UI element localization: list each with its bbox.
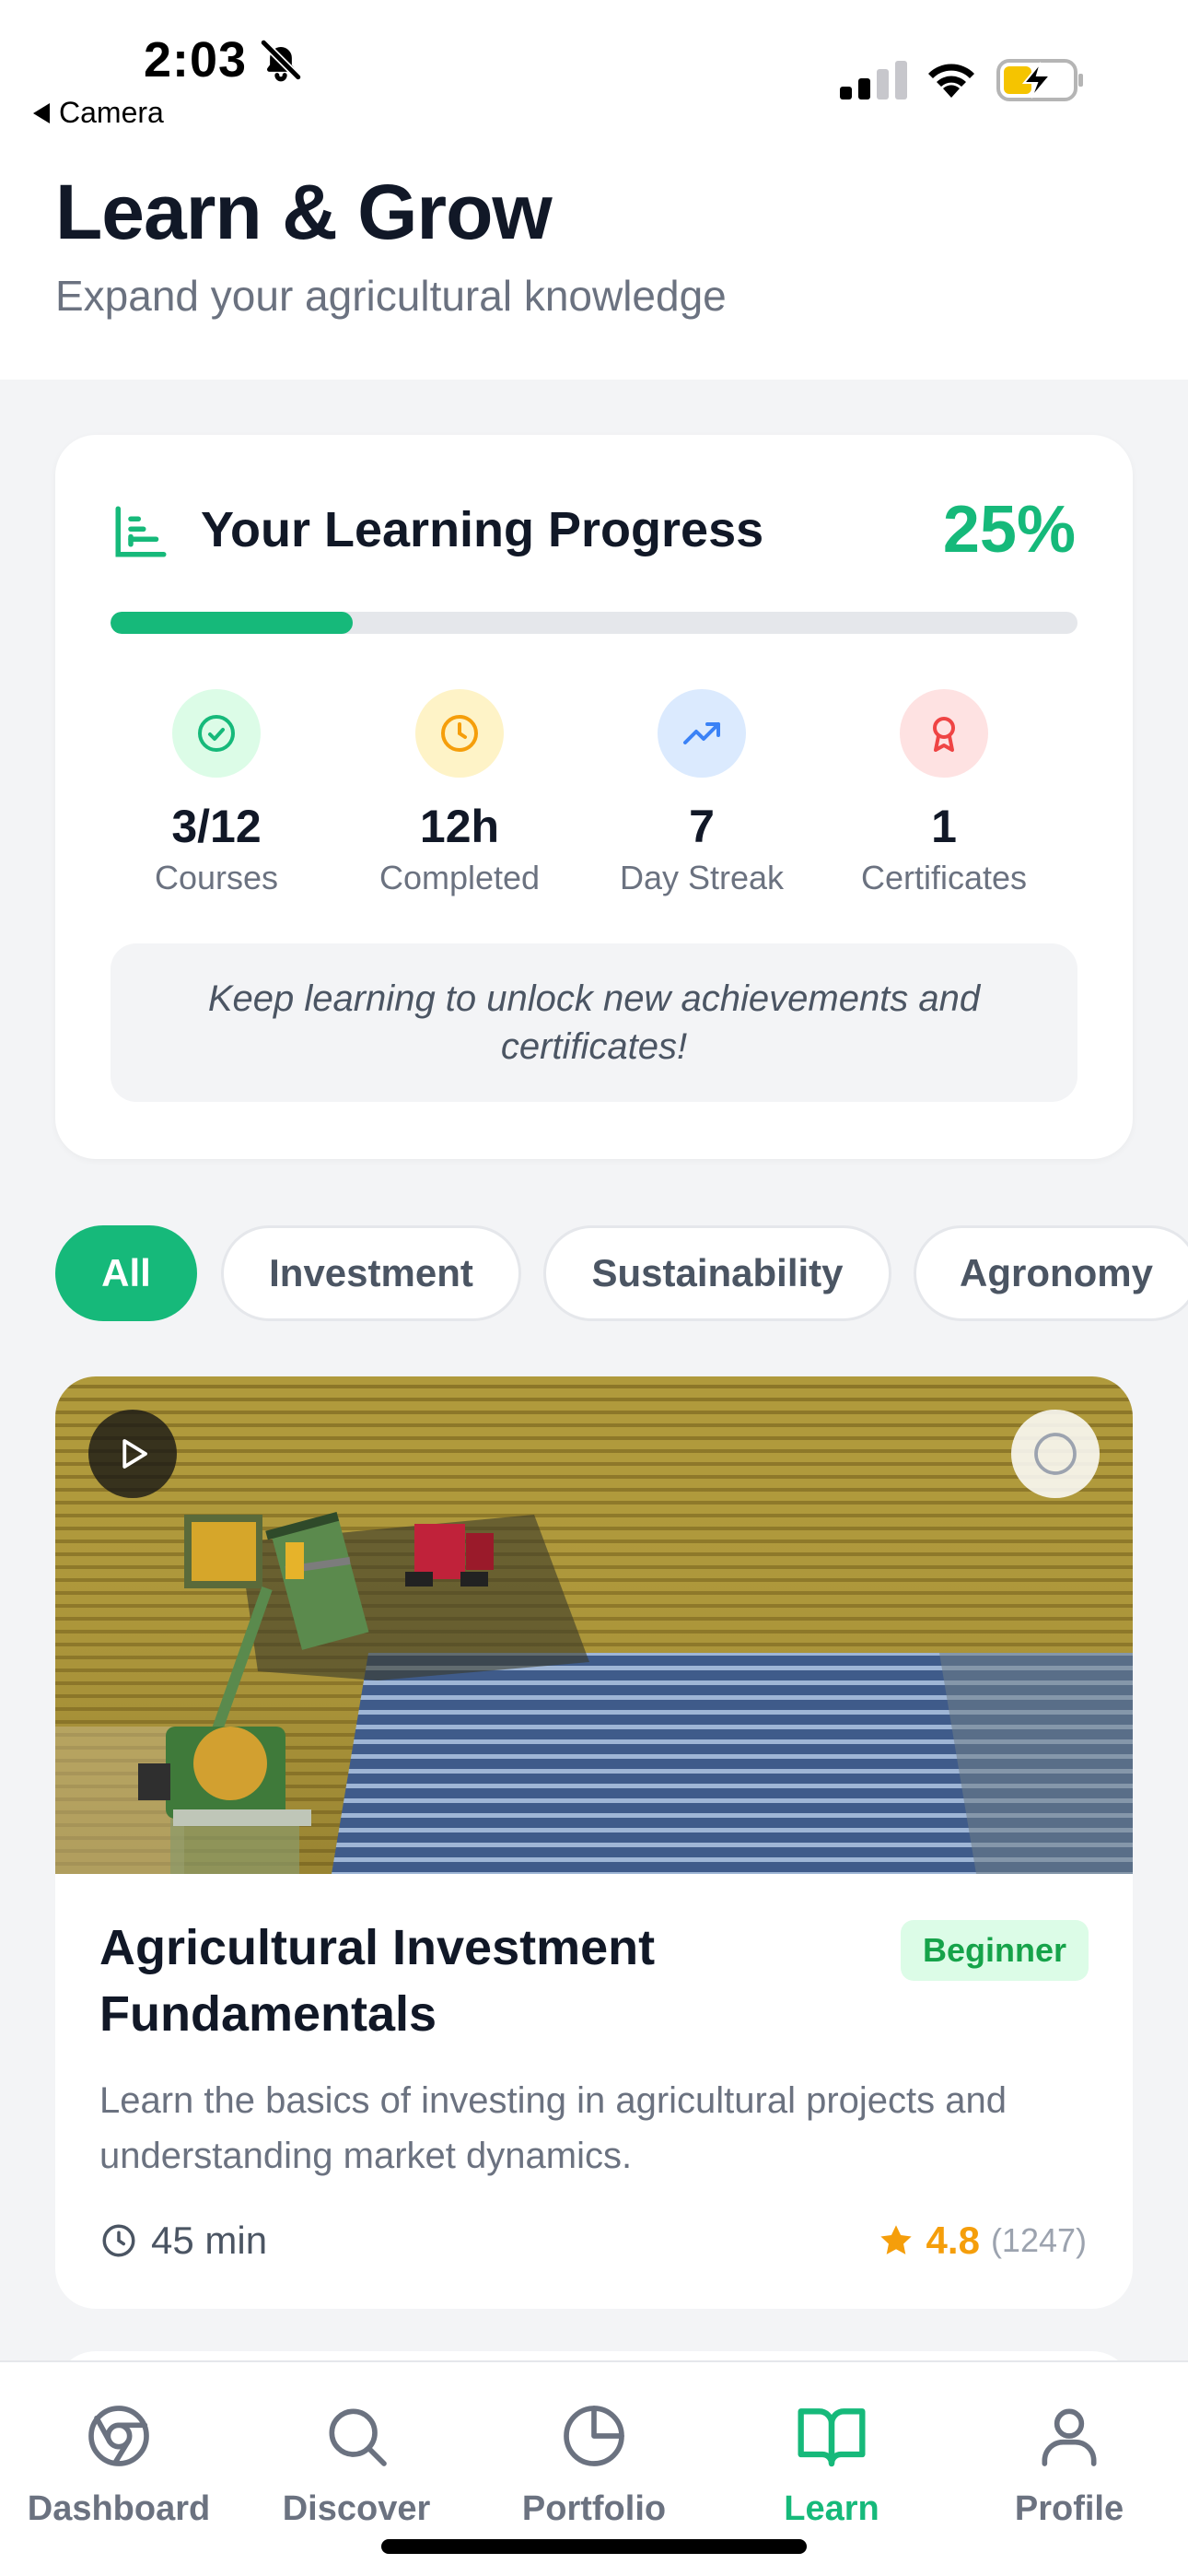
tab-label: Profile <box>1014 2489 1124 2528</box>
pie-chart-icon <box>564 2406 624 2466</box>
stat-value: 3/12 <box>171 801 262 852</box>
play-button[interactable] <box>88 1410 177 1498</box>
stat-day-streak: 7 Day Streak <box>582 689 821 897</box>
rating-count: (1247) <box>990 2221 1087 2259</box>
user-icon <box>1042 2408 1097 2466</box>
course-image <box>55 1376 1133 1874</box>
search-icon <box>329 2408 387 2466</box>
chrome-icon <box>88 2406 149 2466</box>
tab-dashboard[interactable]: Dashboard <box>0 2399 238 2529</box>
progress-bar <box>111 612 1077 634</box>
stat-label: Certificates <box>860 859 1028 896</box>
home-indicator[interactable] <box>381 2539 807 2554</box>
filter-chip-investment[interactable]: Investment <box>221 1225 521 1321</box>
filter-chip-sustainability[interactable]: Sustainability <box>543 1225 891 1321</box>
battery-charging-icon <box>996 59 1083 101</box>
filter-chip-agronomy[interactable]: Agronomy <box>914 1225 1188 1321</box>
wifi-icon <box>928 64 974 98</box>
tab-label: Dashboard <box>27 2489 211 2528</box>
page-subtitle: Expand your agricultural knowledge <box>55 272 727 320</box>
clock-icon <box>102 2224 135 2257</box>
rating-score: 4.8 <box>926 2219 980 2262</box>
progress-bar-fill <box>111 612 353 634</box>
stat-icon-bg <box>900 689 988 778</box>
category-filter-bar: All Investment Sustainability Agronomy <box>55 1225 1188 1321</box>
learning-progress-card: Your Learning Progress 25% 3/12 Courses … <box>55 435 1133 1159</box>
course-level-badge: Beginner <box>900 1920 1089 1981</box>
tab-learn[interactable]: Learn <box>713 2399 950 2529</box>
stat-label: Day Streak <box>619 859 785 896</box>
stat-icon-bg <box>172 689 261 778</box>
play-icon <box>122 1439 147 1469</box>
tab-label: Portfolio <box>521 2489 667 2528</box>
back-to-app-link[interactable]: Camera <box>33 96 164 130</box>
progress-stats: 3/12 Courses 12h Completed 7 Day Streak <box>55 689 1133 910</box>
progress-percentage: 25% <box>942 493 1076 567</box>
empty-circle-icon <box>1034 1433 1077 1475</box>
status-time: 2:03 <box>144 32 248 88</box>
cellular-signal-icon <box>840 61 907 100</box>
stat-value: 7 <box>689 801 715 852</box>
course-description: Learn the basics of investing in agricul… <box>99 2080 1007 2176</box>
mark-complete-button[interactable] <box>1011 1410 1100 1498</box>
filter-chip-all[interactable]: All <box>55 1225 197 1321</box>
check-circle-icon <box>198 715 235 752</box>
tab-discover[interactable]: Discover <box>238 2399 475 2529</box>
bell-off-icon <box>260 39 302 82</box>
duration-label: 45 min <box>151 2219 268 2262</box>
course-card[interactable]: Agricultural Investment Fundamentals Beg… <box>55 1376 1133 2309</box>
course-duration: 45 min <box>99 2217 267 2265</box>
page-title: Learn & Grow <box>55 169 553 255</box>
course-rating: 4.8 (1247) <box>877 2217 1087 2265</box>
stat-value: 1 <box>931 801 957 852</box>
trending-up-icon <box>683 722 720 744</box>
stat-certificates: 1 Certificates <box>824 689 1064 897</box>
tab-profile[interactable]: Profile <box>950 2399 1188 2529</box>
tab-label: Discover <box>282 2489 431 2528</box>
stat-icon-bg <box>415 689 504 778</box>
stat-completed: 12h Completed <box>340 689 579 897</box>
course-title: Agricultural Investment Fundamentals <box>99 1920 656 2042</box>
header-area: 2:03 Camera Learn & Grow Expand your agr… <box>0 0 1188 380</box>
progress-card-title: Your Learning Progress <box>201 502 764 557</box>
tab-portfolio[interactable]: Portfolio <box>475 2399 713 2529</box>
back-app-label: Camera <box>59 96 164 129</box>
book-open-icon <box>798 2408 866 2467</box>
back-arrow-icon <box>33 102 50 123</box>
motivation-tip: Keep learning to unlock new achievements… <box>111 943 1077 1102</box>
stat-label: Courses <box>154 859 279 896</box>
clock-icon <box>441 715 478 752</box>
star-icon <box>879 2225 912 2254</box>
bar-chart-icon <box>115 506 167 557</box>
stat-icon-bg <box>658 689 746 778</box>
stat-label: Completed <box>379 859 541 896</box>
tab-label: Learn <box>784 2489 879 2528</box>
stat-value: 12h <box>419 801 500 852</box>
award-icon <box>933 717 955 752</box>
stat-courses: 3/12 Courses <box>97 689 336 897</box>
